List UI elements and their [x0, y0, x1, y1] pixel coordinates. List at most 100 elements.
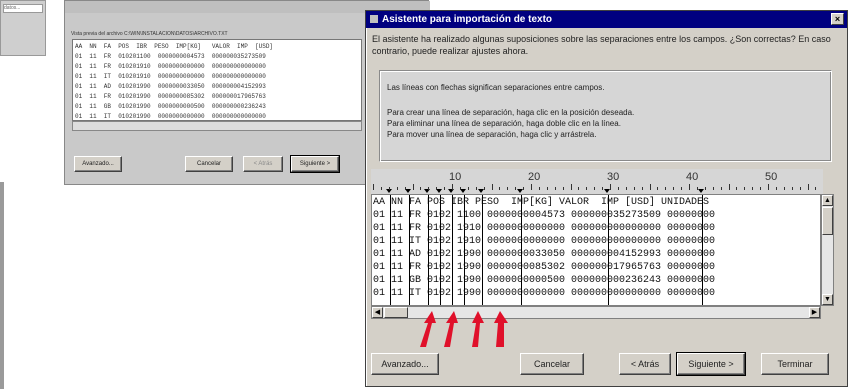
prev-cancel-button[interactable]: Cancelar [185, 156, 233, 172]
cancel-button[interactable]: Cancelar [520, 353, 584, 375]
ruler-tick [373, 184, 374, 190]
back-button[interactable]: < Atrás [619, 353, 671, 375]
ruler-tick [412, 184, 414, 190]
preview-row: 01 11 IT 010201990 0000000000000 0000000… [75, 113, 266, 120]
ruler-tick [546, 187, 548, 190]
advanced-button[interactable]: Avanzado... [371, 353, 439, 375]
wizard-icon [370, 15, 378, 23]
column-separator-line[interactable] [409, 195, 410, 305]
scroll-left-icon[interactable]: ◀ [372, 307, 383, 318]
red-arrow-icon [494, 311, 508, 347]
preview-row: 01 11 FR 010201910 0000000000000 0000000… [75, 63, 266, 70]
ruler-label-30: 30 [607, 171, 620, 183]
ruler-tick [752, 187, 754, 190]
grid-row: 01 11 IT 0102 1990 0000000000000 0000000… [373, 288, 716, 299]
grid-row: 01 11 AD 0102 1990 0000000033050 0000000… [373, 249, 716, 260]
ruler-tick [586, 187, 588, 190]
background-window-edge [0, 182, 4, 389]
ruler-tick [602, 187, 604, 190]
red-arrow-icon [420, 311, 436, 347]
preview-grid: AA NN FA POS IBR PESO IMP[KG] VALOR IMP … [72, 39, 362, 121]
ruler-tick [704, 187, 706, 190]
vertical-scrollbar[interactable]: ▲ ▼ [821, 194, 834, 306]
prev-next-button[interactable]: Siguiente > [290, 155, 340, 173]
ruler-label-50: 50 [765, 171, 778, 183]
info-line-arrows: Las líneas con flechas significan separa… [387, 83, 605, 92]
ruler-tick [428, 187, 430, 190]
prev-advanced-button[interactable]: Avanzado... [74, 156, 122, 172]
preview-row: 01 11 AD 010201990 0000000033050 0000000… [75, 83, 266, 90]
column-separator-line[interactable] [452, 195, 453, 305]
ruler-tick [554, 187, 556, 190]
ruler-tick [775, 187, 777, 190]
ruler-tick [657, 187, 659, 190]
column-separator-line[interactable] [521, 195, 522, 305]
red-arrow-icon [444, 311, 458, 347]
ruler-tick [712, 187, 714, 190]
info-box: Las líneas con flechas significan separa… [379, 70, 832, 162]
ruler-tick [641, 187, 643, 190]
ruler-tick [507, 187, 509, 190]
ruler-tick [689, 184, 690, 190]
ruler-tick [420, 187, 422, 190]
horizontal-scroll-thumb[interactable] [384, 307, 408, 318]
ruler-tick [396, 187, 398, 190]
separator-arrow-icon[interactable] [448, 189, 454, 193]
info-line-delete: Para eliminar una línea de separación, h… [387, 119, 621, 128]
text-import-wizard-dialog: Asistente para importación de texto × El… [365, 10, 848, 387]
grid-row: 01 11 FR 0102 1100 0000000004573 0000000… [373, 210, 716, 221]
preview-scrollbar[interactable] [72, 121, 362, 131]
ruler-tick [459, 187, 461, 190]
column-separator-line[interactable] [464, 195, 465, 305]
ruler-tick [744, 187, 746, 190]
next-button[interactable]: Siguiente > [676, 352, 746, 376]
ruler-tick [436, 187, 438, 190]
ruler-tick [649, 184, 651, 190]
scroll-down-icon[interactable]: ▼ [822, 294, 833, 305]
ruler-tick [799, 187, 801, 190]
ruler-tick [815, 187, 817, 190]
column-separator-line[interactable] [608, 195, 609, 305]
ruler-tick [665, 187, 667, 190]
ruler-tick [783, 187, 785, 190]
separator-arrow-icon[interactable] [405, 189, 411, 193]
column-ruler[interactable]: 10 20 30 40 50 [371, 169, 823, 194]
vertical-scroll-thumb[interactable] [822, 207, 833, 235]
grid-row: 01 11 GB 0102 1990 0000000000500 0000000… [373, 275, 716, 286]
ruler-tick [720, 187, 722, 190]
ruler-tick [570, 184, 572, 190]
background-window-fragment: datos... [0, 0, 46, 56]
column-separator-line[interactable] [482, 195, 483, 305]
scroll-right-icon[interactable]: ▶ [809, 307, 820, 318]
info-line-move: Para mover una línea de separación, haga… [387, 130, 597, 139]
close-icon[interactable]: × [831, 13, 844, 25]
grid-header-row: AA NN FA POS IBR PESO IMP[KG] VALOR IMP … [373, 197, 710, 208]
ruler-tick [617, 187, 619, 190]
prev-back-button[interactable]: < Atrás [243, 156, 283, 172]
info-line-create: Para crear una línea de separación, haga… [387, 108, 635, 117]
finish-button[interactable]: Terminar [761, 353, 829, 375]
preview-row: AA NN FA POS IBR PESO IMP[KG] VALOR IMP … [75, 43, 274, 50]
column-separator-line[interactable] [428, 195, 429, 305]
separator-arrow-icon[interactable] [460, 189, 466, 193]
ruler-tick [523, 187, 525, 190]
scroll-up-icon[interactable]: ▲ [822, 195, 833, 206]
column-separator-line[interactable] [702, 195, 703, 305]
column-separator-line[interactable] [390, 195, 391, 305]
ruler-tick [681, 187, 683, 190]
ruler-tick [388, 187, 390, 190]
preview-row: 01 11 FR 010201990 0000000085302 0000000… [75, 93, 266, 100]
ruler-tick [380, 187, 382, 190]
ruler-label-20: 20 [528, 171, 541, 183]
title-bar: Asistente para importación de texto × [366, 11, 847, 28]
ruler-tick [467, 187, 469, 190]
ruler-tick [760, 187, 762, 190]
ruler-tick [673, 187, 675, 190]
data-preview-grid[interactable]: AA NN FA POS IBR PESO IMP[KG] VALOR IMP … [371, 194, 821, 306]
preview-row: 01 11 GB 010201990 0000000000500 0000000… [75, 103, 266, 110]
separator-arrow-icon[interactable] [517, 189, 523, 193]
ruler-tick [515, 187, 517, 190]
separator-arrow-icon[interactable] [698, 189, 704, 193]
ruler-tick [807, 184, 809, 190]
column-separator-line[interactable] [440, 195, 441, 305]
